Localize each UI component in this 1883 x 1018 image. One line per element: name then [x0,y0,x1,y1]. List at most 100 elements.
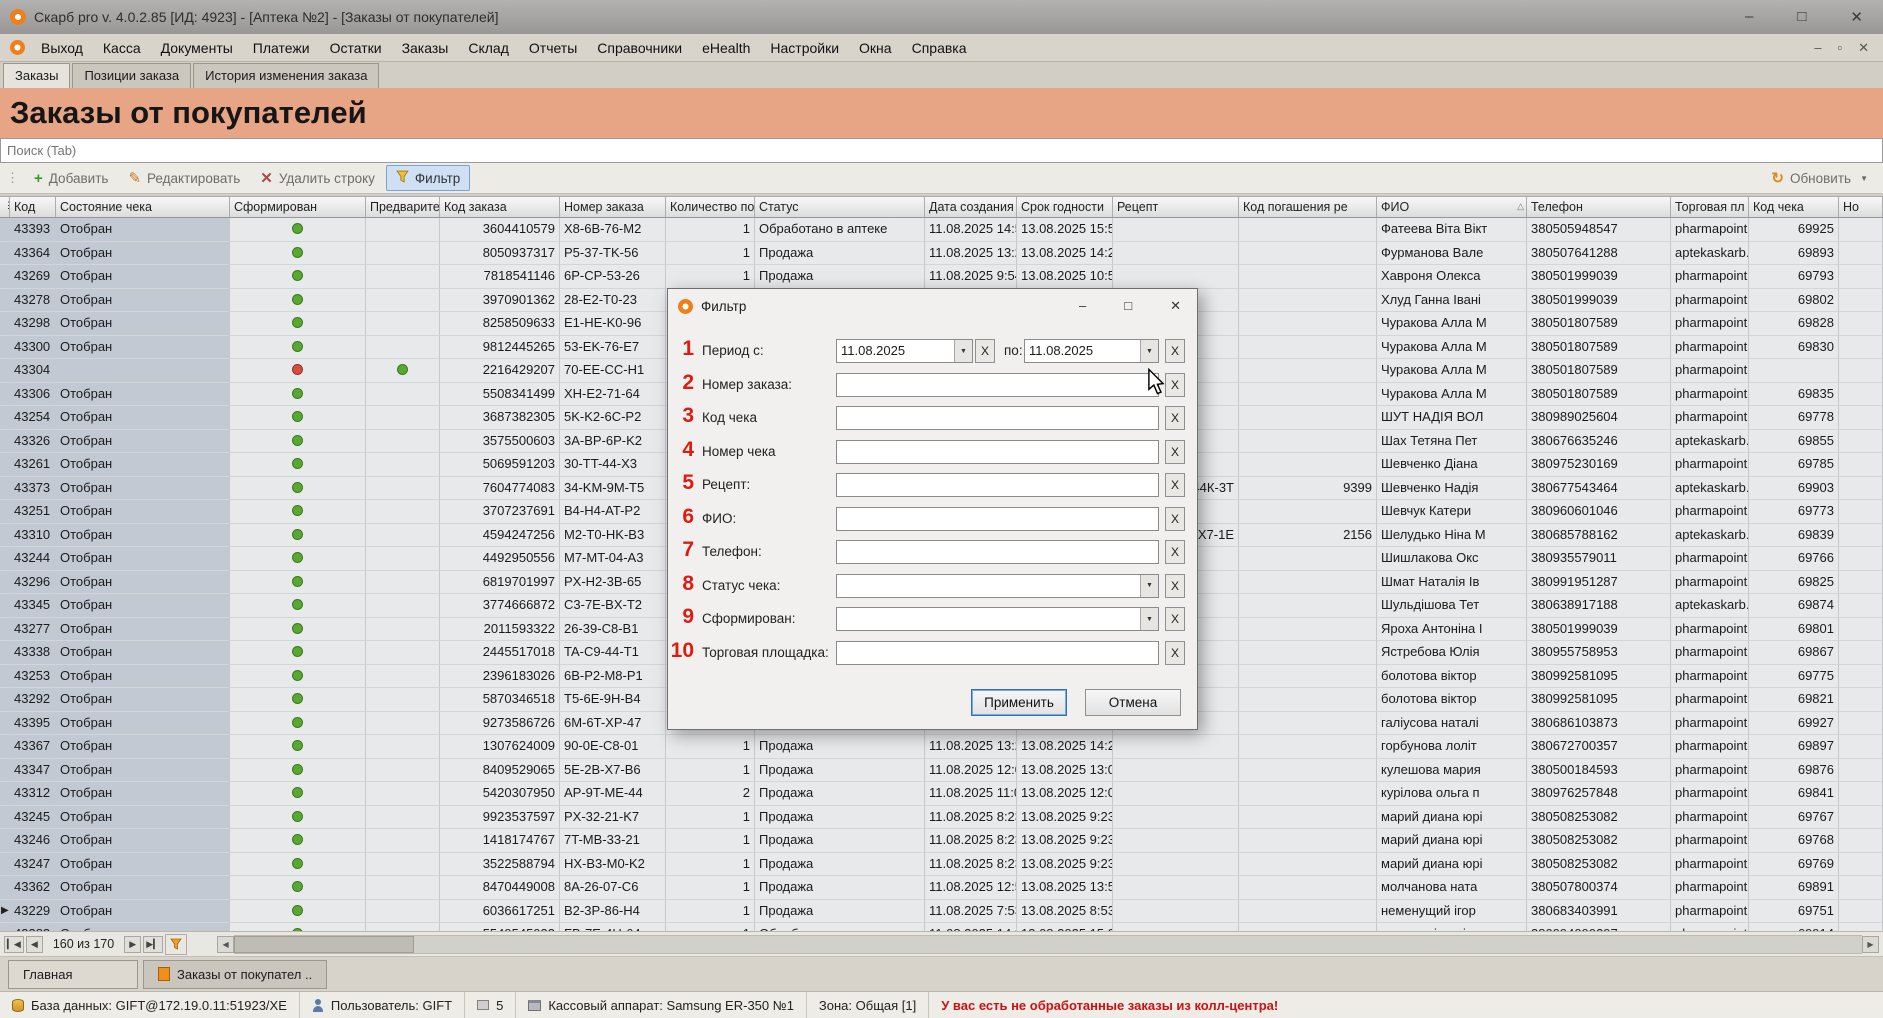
table-cell[interactable]: 69891 [1749,876,1839,900]
horizontal-scrollbar[interactable]: ◀ ▶ [217,936,1879,953]
table-cell[interactable] [1839,806,1883,830]
table-cell[interactable]: 69751 [1749,900,1839,924]
table-cell[interactable] [1239,735,1377,759]
table-cell[interactable]: 5508341499 [440,383,560,407]
phone-clear-button[interactable]: X [1165,540,1185,564]
period-to-combo[interactable]: 11.08.2025 ▼ [1024,339,1159,363]
table-cell[interactable]: 69893 [1749,242,1839,266]
table-cell[interactable] [1113,876,1239,900]
menu-item-12[interactable]: Окна [849,36,902,60]
table-cell[interactable]: 380676635246 [1527,430,1671,454]
table-cell[interactable]: 13.08.2025 12:09 [1017,782,1113,806]
table-cell[interactable] [1239,547,1377,571]
table-cell[interactable]: pharmapoint. [1671,289,1749,313]
table-cell[interactable]: Шах Тетяна Пет [1377,430,1527,454]
table-cell[interactable]: 13.08.2025 14:25 [1017,735,1113,759]
table-cell[interactable]: 3604410579 [440,218,560,242]
table-cell[interactable]: 43393 [10,218,56,242]
table-cell[interactable]: Отобран [56,641,230,665]
table-cell[interactable] [1839,524,1883,548]
table-cell[interactable]: 13.08.2025 8:53: [1017,900,1113,924]
table-cell[interactable]: 3707237691 [440,500,560,524]
table-cell[interactable]: 43298 [10,312,56,336]
table-cell[interactable]: Отобран [56,594,230,618]
table-cell[interactable] [230,406,366,430]
table-cell[interactable] [230,782,366,806]
table-cell[interactable] [230,641,366,665]
table-cell[interactable]: 43338 [10,641,56,665]
table-cell[interactable]: Шевчук Катери [1377,500,1527,524]
table-cell[interactable]: Обработано в аптеке [755,218,925,242]
table-cell[interactable] [366,876,440,900]
check-status-dropdown-icon[interactable]: ▼ [1140,575,1158,597]
table-cell[interactable]: Продажа [755,853,925,877]
table-cell[interactable]: 43364 [10,242,56,266]
table-cell[interactable] [1239,500,1377,524]
table-cell[interactable] [366,712,440,736]
table-cell[interactable] [230,853,366,877]
table-cell[interactable]: 380501807589 [1527,312,1671,336]
table-cell[interactable] [1839,547,1883,571]
column-header-14[interactable]: Телефон [1527,197,1671,217]
table-cell[interactable] [1113,923,1239,931]
table-cell[interactable]: Отобран [56,242,230,266]
table-cell[interactable]: 43278 [10,289,56,313]
fio-clear-button[interactable]: X [1165,507,1185,531]
table-cell[interactable]: Продажа [755,265,925,289]
table-cell[interactable]: 1 [666,735,755,759]
window-tab-1[interactable]: Главная [8,960,138,989]
table-cell[interactable]: 3575500603 [440,430,560,454]
table-cell[interactable] [1839,618,1883,642]
table-row[interactable]: 43347Отобран84095290655E-2B-X7-B61Продаж… [0,759,1883,783]
table-cell[interactable]: pharmapoint. [1671,853,1749,877]
table-cell[interactable]: aptekaskarb. [1671,594,1749,618]
table-cell[interactable]: 1 [666,265,755,289]
table-cell[interactable]: pharmapoint. [1671,500,1749,524]
table-cell[interactable]: 1 [666,876,755,900]
table-cell[interactable]: 8050937317 [440,242,560,266]
table-cell[interactable]: 69927 [1749,712,1839,736]
table-cell[interactable] [1239,359,1377,383]
table-cell[interactable] [366,900,440,924]
table-cell[interactable]: Отобран [56,759,230,783]
table-cell[interactable] [1839,900,1883,924]
table-cell[interactable] [366,359,440,383]
table-cell[interactable]: P5-37-TK-56 [560,242,666,266]
table-cell[interactable]: Хлуд Ганна Івані [1377,289,1527,313]
table-cell[interactable]: Отобран [56,312,230,336]
table-cell[interactable] [1839,735,1883,759]
table-cell[interactable]: 380638917188 [1527,594,1671,618]
table-cell[interactable] [366,383,440,407]
table-cell[interactable]: HX-B3-M0-K2 [560,853,666,877]
table-cell[interactable]: 3A-BP-6P-K2 [560,430,666,454]
table-cell[interactable]: 13.08.2025 13:09 [1017,759,1113,783]
table-cell[interactable]: 53-EK-76-E7 [560,336,666,360]
menu-item-3[interactable]: Документы [151,36,243,60]
mdi-close-button[interactable]: ✕ [1858,40,1869,56]
table-cell[interactable] [230,665,366,689]
table-cell[interactable]: 69855 [1749,430,1839,454]
table-cell[interactable] [1839,712,1883,736]
table-cell[interactable] [1239,853,1377,877]
table-cell[interactable]: Продажа [755,900,925,924]
table-cell[interactable]: 8A-26-07-C6 [560,876,666,900]
table-cell[interactable]: 69867 [1749,641,1839,665]
table-cell[interactable] [1839,500,1883,524]
table-cell[interactable]: Отобран [56,477,230,501]
table-cell[interactable]: 5420307950 [440,782,560,806]
table-cell[interactable]: 43326 [10,430,56,454]
refresh-button[interactable]: ↻ Обновить ▼ [1762,167,1877,190]
table-cell[interactable]: 380685788162 [1527,524,1671,548]
table-cell[interactable]: 69785 [1749,453,1839,477]
table-cell[interactable] [1239,430,1377,454]
table-cell[interactable] [230,500,366,524]
menu-item-13[interactable]: Справка [902,36,977,60]
table-cell[interactable]: Отобран [56,876,230,900]
table-cell[interactable]: 9273586726 [440,712,560,736]
table-cell[interactable]: Хавроня Олекса [1377,265,1527,289]
table-cell[interactable]: 7604774083 [440,477,560,501]
table-cell[interactable]: Отобран [56,923,230,931]
table-cell[interactable] [230,265,366,289]
table-cell[interactable]: Отобран [56,500,230,524]
table-cell[interactable]: pharmapoint. [1671,665,1749,689]
